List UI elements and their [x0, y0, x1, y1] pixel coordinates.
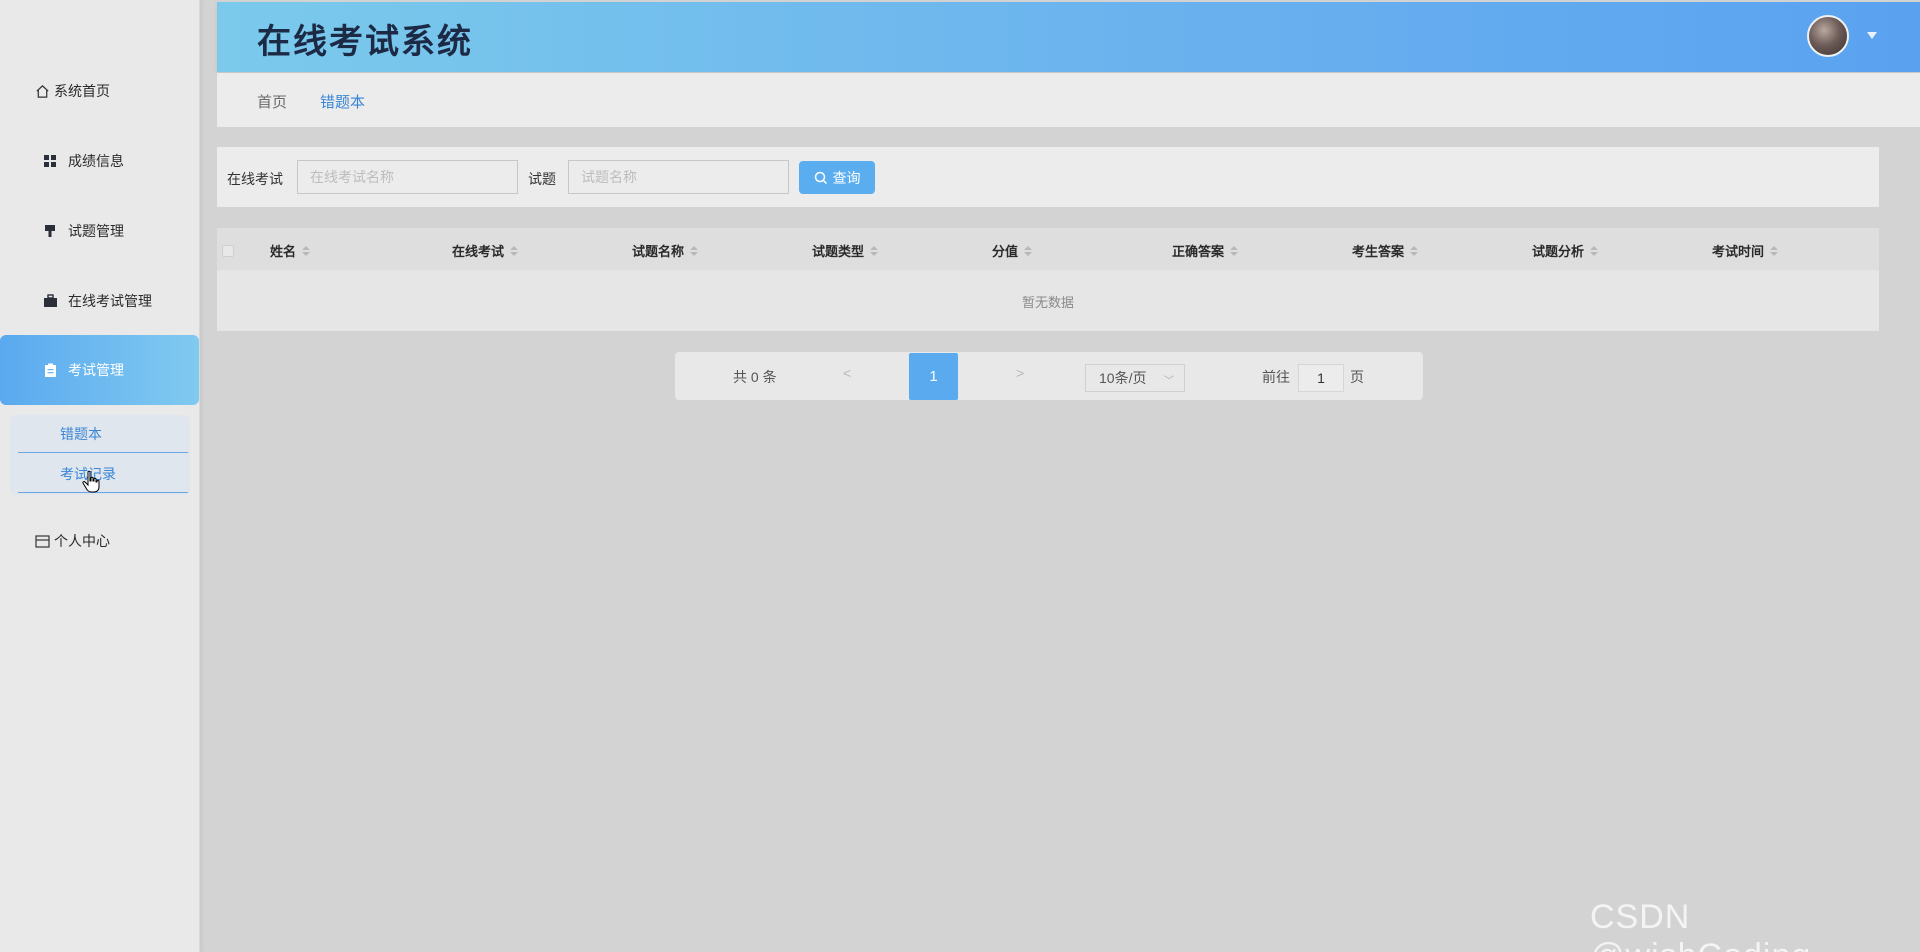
- column-header[interactable]: 分值: [992, 241, 1033, 260]
- sort-icon[interactable]: [1024, 245, 1033, 256]
- question-search-label: 试题: [528, 171, 556, 187]
- sidebar-item-label: 成绩信息: [68, 153, 124, 169]
- column-header[interactable]: 试题分析: [1532, 241, 1599, 260]
- app-title: 在线考试系统: [257, 23, 473, 61]
- breadcrumb: 首页 错题本: [217, 73, 1920, 127]
- exam-submenu: 错题本 考试记录: [10, 415, 190, 495]
- sidebar-item-label: 试题管理: [68, 223, 124, 239]
- column-label: 考试时间: [1712, 244, 1765, 259]
- sidebar-item-label: 考试管理: [68, 362, 124, 378]
- goto-label: 前往: [1262, 369, 1290, 385]
- question-name-input[interactable]: [568, 160, 789, 194]
- column-header[interactable]: 在线考试: [452, 241, 519, 260]
- pagination-total: 共 0 条: [733, 369, 777, 385]
- sort-icon[interactable]: [1770, 245, 1779, 256]
- column-header[interactable]: 考生答案: [1352, 241, 1419, 260]
- grid-icon: [42, 153, 58, 169]
- column-header[interactable]: 姓名: [270, 241, 311, 260]
- sidebar-item-label: 个人中心: [54, 533, 110, 549]
- sort-icon[interactable]: [302, 245, 311, 256]
- exam-search-label: 在线考试: [227, 171, 283, 187]
- avatar[interactable]: [1807, 15, 1849, 57]
- page-number-current[interactable]: 1: [909, 353, 958, 400]
- submenu-item-exam-records[interactable]: 考试记录: [18, 455, 188, 493]
- sort-icon[interactable]: [870, 245, 879, 256]
- search-icon: [814, 171, 828, 185]
- mouse-cursor-icon: [82, 470, 100, 499]
- column-label: 正确答案: [1172, 244, 1225, 259]
- submenu-item-label: 错题本: [60, 425, 102, 442]
- select-all-checkbox[interactable]: [222, 245, 234, 257]
- brush-icon: [42, 223, 58, 239]
- page-size-value: 10条/页: [1099, 370, 1147, 386]
- sidebar-item-label: 在线考试管理: [68, 293, 152, 309]
- column-label: 试题类型: [812, 244, 865, 259]
- sort-icon[interactable]: [510, 245, 519, 256]
- column-label: 试题名称: [632, 244, 685, 259]
- column-header[interactable]: 正确答案: [1172, 241, 1239, 260]
- home-icon: [34, 83, 50, 99]
- sidebar-item-exam-management[interactable]: 考试管理: [0, 335, 199, 405]
- sidebar-item-profile[interactable]: 个人中心: [0, 506, 200, 576]
- exam-name-input[interactable]: [297, 160, 518, 194]
- table-body: 暂无数据: [217, 270, 1879, 331]
- pagination: 共 0 条 < 1 > 10条/页 ﹀ 前往 页: [675, 352, 1423, 400]
- next-page-button[interactable]: >: [1016, 365, 1024, 381]
- watermark: CSDN @wishCoding: [1590, 898, 1810, 952]
- column-header[interactable]: 考试时间: [1712, 241, 1779, 260]
- column-header[interactable]: 试题名称: [632, 241, 699, 260]
- sidebar-item-scores[interactable]: 成绩信息: [0, 126, 200, 196]
- column-label: 姓名: [270, 244, 297, 259]
- chevron-down-icon: ﹀: [1164, 376, 1174, 387]
- column-label: 考生答案: [1352, 244, 1405, 259]
- submenu-item-wrongbook[interactable]: 错题本: [18, 415, 188, 453]
- sidebar-item-label: 系统首页: [54, 83, 110, 99]
- sort-icon[interactable]: [1590, 245, 1599, 256]
- sort-icon[interactable]: [690, 245, 699, 256]
- sort-icon[interactable]: [1410, 245, 1419, 256]
- breadcrumb-home[interactable]: 首页: [257, 91, 287, 112]
- search-bar: 在线考试 试题 查询: [217, 147, 1879, 207]
- breadcrumb-current: 错题本: [320, 94, 366, 111]
- column-label: 分值: [992, 244, 1019, 259]
- prev-page-button[interactable]: <: [843, 365, 851, 381]
- search-button-label: 查询: [832, 169, 861, 186]
- clipboard-icon: [42, 362, 58, 378]
- data-table: 姓名 在线考试 试题名称 试题类型 分值 正确答案 考生答案 试题分析 考试时间…: [217, 228, 1879, 331]
- column-label: 试题分析: [1532, 244, 1585, 259]
- sort-icon[interactable]: [1230, 245, 1239, 256]
- top-header: 在线考试系统: [217, 2, 1920, 72]
- page-size-select[interactable]: 10条/页 ﹀: [1085, 364, 1185, 392]
- goto-unit: 页: [1350, 369, 1364, 385]
- column-label: 在线考试: [452, 244, 505, 259]
- sidebar-item-online-exam[interactable]: 在线考试管理: [0, 266, 200, 336]
- chevron-down-icon[interactable]: [1867, 32, 1877, 39]
- sidebar-item-questions[interactable]: 试题管理: [0, 196, 200, 266]
- column-header[interactable]: 试题类型: [812, 241, 879, 260]
- sidebar: 系统首页 成绩信息 试题管理 在线考试管理 考试管理 错题本 考试记录: [0, 0, 200, 952]
- table-header: 姓名 在线考试 试题名称 试题类型 分值 正确答案 考生答案 试题分析 考试时间: [217, 228, 1879, 270]
- empty-text: 暂无数据: [1021, 295, 1074, 310]
- goto-page-input[interactable]: [1298, 364, 1344, 392]
- sidebar-item-home[interactable]: 系统首页: [0, 56, 200, 126]
- briefcase-icon: [42, 293, 58, 309]
- search-button[interactable]: 查询: [799, 161, 875, 194]
- card-icon: [34, 533, 50, 549]
